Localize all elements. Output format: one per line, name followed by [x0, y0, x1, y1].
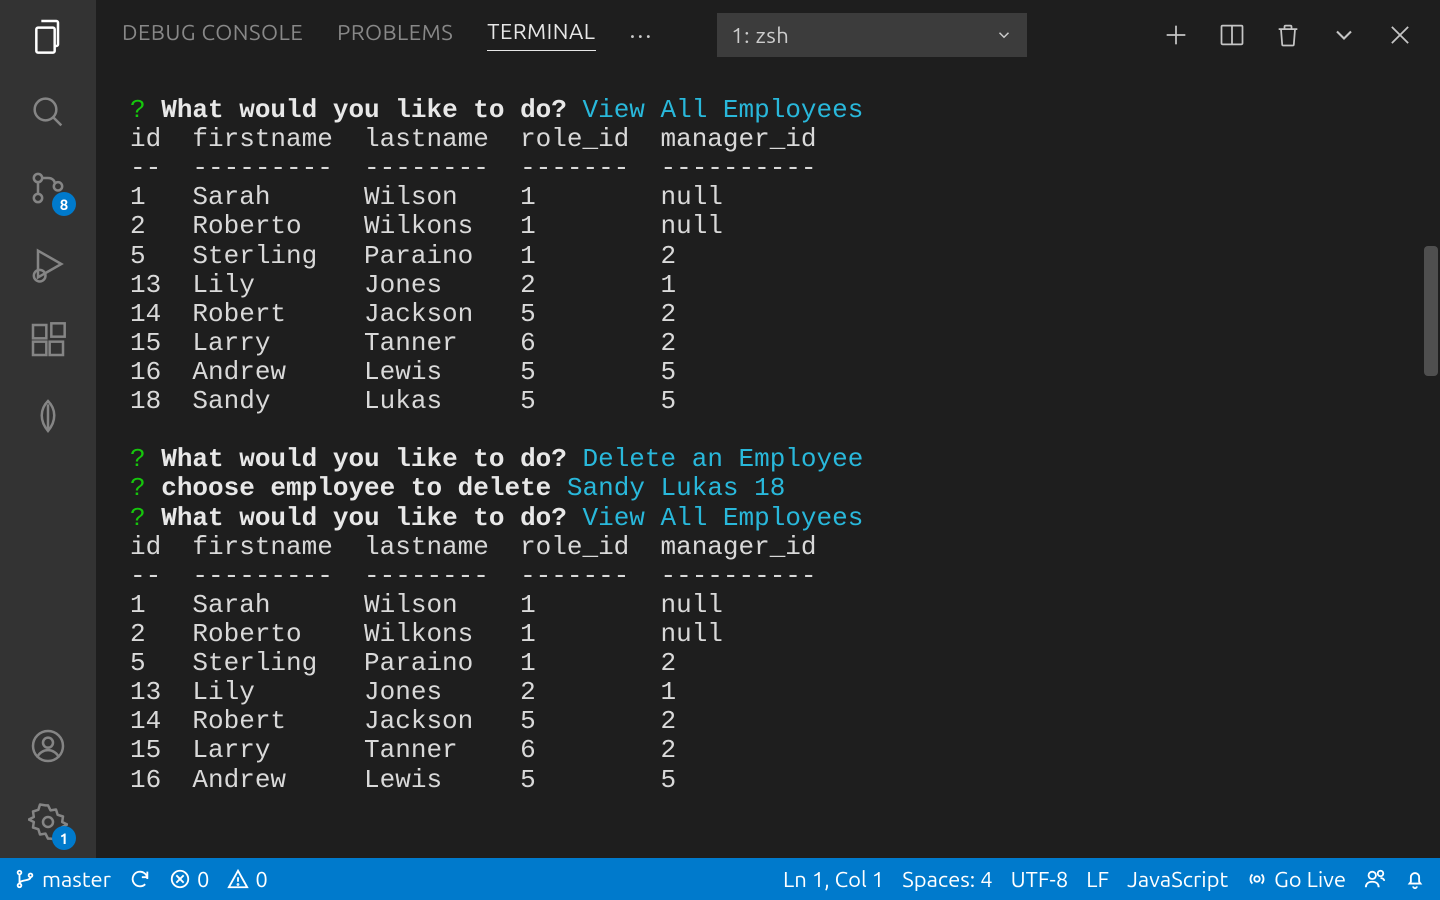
activity-bar: 8 1	[0, 0, 96, 858]
run-debug-icon[interactable]	[24, 240, 72, 288]
branch-name: master	[42, 867, 111, 892]
feedback-icon[interactable]	[1364, 868, 1386, 890]
panel-header: DEBUG CONSOLE PROBLEMS TERMINAL ··· 1: z…	[96, 0, 1440, 70]
go-live-label: Go Live	[1274, 867, 1346, 892]
accounts-icon[interactable]	[24, 722, 72, 770]
more-icon[interactable]: ···	[630, 22, 654, 49]
chevron-down-icon	[995, 26, 1013, 44]
extensions-icon[interactable]	[24, 316, 72, 364]
bell-icon[interactable]	[1404, 868, 1426, 890]
status-bar: master 0 0 Ln 1, Col 1 Spaces: 4 UTF-8 L…	[0, 858, 1440, 900]
source-control-icon[interactable]: 8	[24, 164, 72, 212]
eol-indicator[interactable]: LF	[1086, 867, 1109, 892]
scm-badge: 8	[52, 192, 76, 216]
terminal-output[interactable]: ? What would you like to do? View All Em…	[96, 70, 1440, 858]
warning-count: 0	[255, 867, 267, 892]
cursor-position[interactable]: Ln 1, Col 1	[783, 867, 884, 892]
tab-debug-console[interactable]: DEBUG CONSOLE	[122, 20, 303, 51]
scrollbar-thumb[interactable]	[1424, 246, 1438, 376]
tab-terminal[interactable]: TERMINAL	[487, 19, 595, 51]
go-live-button[interactable]: Go Live	[1246, 867, 1346, 892]
warnings-indicator[interactable]: 0	[227, 867, 267, 892]
split-terminal-icon[interactable]	[1218, 21, 1246, 49]
errors-indicator[interactable]: 0	[169, 867, 209, 892]
encoding-indicator[interactable]: UTF-8	[1011, 867, 1069, 892]
new-terminal-icon[interactable]	[1162, 21, 1190, 49]
close-panel-icon[interactable]	[1386, 21, 1414, 49]
sync-icon[interactable]	[129, 868, 151, 890]
tab-problems[interactable]: PROBLEMS	[337, 20, 453, 51]
kill-terminal-icon[interactable]	[1274, 21, 1302, 49]
terminal-selector[interactable]: 1: zsh	[717, 13, 1027, 57]
explorer-icon[interactable]	[24, 12, 72, 60]
language-indicator[interactable]: JavaScript	[1127, 867, 1228, 892]
settings-icon[interactable]: 1	[24, 798, 72, 846]
search-icon[interactable]	[24, 88, 72, 136]
chevron-down-icon[interactable]	[1330, 21, 1358, 49]
branch-indicator[interactable]: master	[14, 867, 111, 892]
terminal-selector-label: 1: zsh	[731, 23, 789, 48]
error-count: 0	[197, 867, 209, 892]
leaf-icon[interactable]	[24, 392, 72, 440]
indent-indicator[interactable]: Spaces: 4	[902, 867, 992, 892]
settings-badge: 1	[52, 826, 76, 850]
